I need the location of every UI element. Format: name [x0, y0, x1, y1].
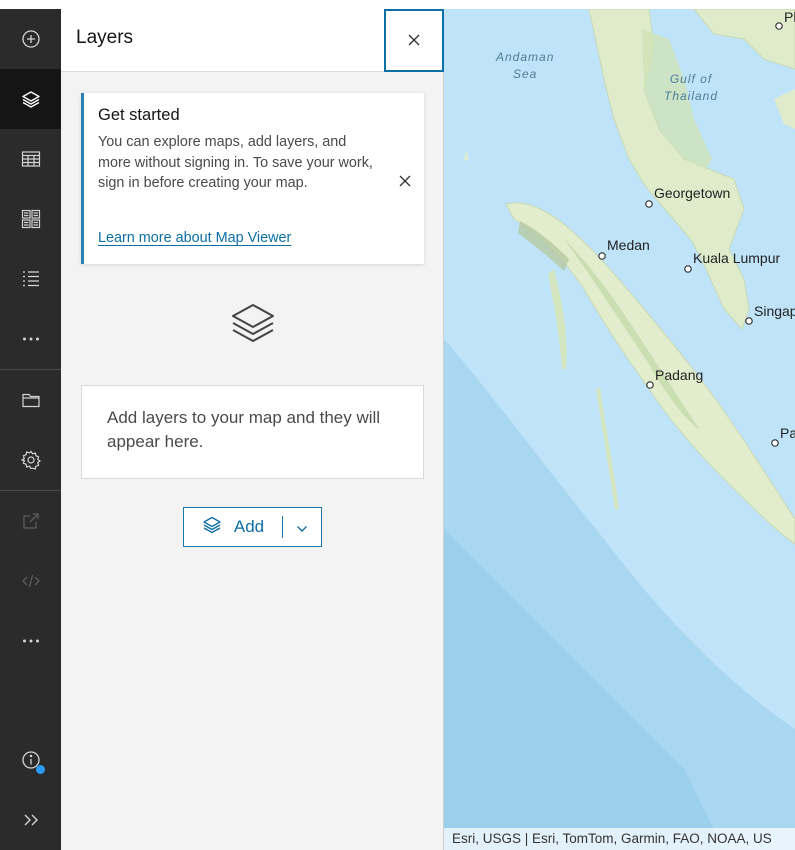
add-layer-button[interactable]: Add — [184, 508, 282, 546]
learn-more-link[interactable]: Learn more about Map Viewer — [98, 230, 291, 246]
close-panel-button[interactable] — [384, 9, 444, 72]
share-button[interactable] — [0, 491, 61, 551]
empty-message-text: Add layers to your map and they will app… — [107, 408, 381, 451]
settings-button[interactable] — [0, 430, 61, 490]
basemap-gallery-icon — [21, 209, 41, 229]
water-label-andaman: Andaman Sea — [496, 50, 555, 81]
tables-button[interactable] — [0, 129, 61, 189]
dismiss-notice-button[interactable] — [395, 171, 415, 191]
code-icon — [21, 571, 41, 591]
place-label-georgetown: Georgetown — [654, 185, 731, 201]
map-properties-button[interactable] — [0, 370, 61, 430]
layers-panel: Layers Get started You can explore maps,… — [61, 9, 444, 850]
more-horizontal-icon — [21, 631, 41, 651]
more-options-button[interactable] — [0, 611, 61, 671]
legend-button[interactable] — [0, 249, 61, 309]
add-button-label: Add — [233, 517, 265, 536]
layers-button[interactable] — [0, 69, 61, 129]
gear-icon — [20, 450, 41, 470]
add-content-button[interactable] — [0, 9, 61, 69]
folder-icon — [21, 390, 41, 410]
double-chevron-right-icon — [21, 810, 41, 830]
action-rail — [0, 9, 61, 850]
map-view[interactable]: Andaman Sea Gulf of Thailand Ph Georgeto… — [444, 9, 795, 850]
notification-dot — [36, 765, 45, 774]
expand-rail-button[interactable] — [0, 790, 61, 850]
basemap-button[interactable] — [0, 189, 61, 249]
layers-icon — [202, 516, 222, 538]
place-label-ph: Ph — [784, 9, 795, 25]
legend-list-icon — [21, 269, 41, 289]
table-icon — [21, 149, 41, 169]
notice-title: Get started — [98, 106, 180, 124]
panel-header: Layers — [61, 9, 444, 72]
map-canvas — [444, 9, 795, 850]
water-label-gulf-of-thailand: Gulf of Thailand — [664, 72, 719, 103]
add-layer-split-button: Add — [183, 507, 322, 547]
more-tools-button[interactable] — [0, 309, 61, 369]
close-icon — [399, 172, 411, 191]
place-label-medan: Medan — [607, 237, 650, 253]
place-label-singapore: Singap — [754, 303, 795, 319]
layers-icon — [21, 89, 41, 109]
place-label-padang: Padang — [655, 367, 704, 383]
empty-layers-message: Add layers to your map and they will app… — [81, 385, 424, 479]
chevron-down-icon — [296, 518, 308, 537]
plus-circle-icon — [21, 29, 41, 49]
embed-button[interactable] — [0, 551, 61, 611]
place-label-kuala-lumpur: Kuala Lumpur — [693, 250, 781, 266]
more-horizontal-icon — [21, 329, 41, 349]
share-icon — [21, 511, 41, 531]
panel-title: Layers — [76, 27, 134, 48]
get-started-notice: Get started You can explore maps, add la… — [81, 93, 424, 264]
map-attribution[interactable]: Esri, USGS | Esri, TomTom, Garmin, FAO, … — [444, 828, 795, 850]
close-icon — [408, 31, 420, 50]
notice-body: You can explore maps, add layers, and mo… — [98, 134, 373, 191]
place-label-pa: Pa — [780, 425, 795, 441]
add-options-dropdown[interactable] — [283, 508, 321, 546]
info-button[interactable] — [0, 730, 61, 790]
layers-icon — [230, 302, 276, 346]
